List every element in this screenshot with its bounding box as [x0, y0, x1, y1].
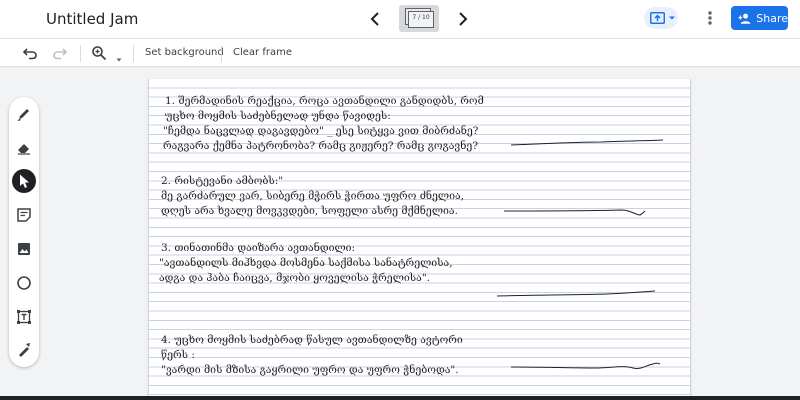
- sticky-note-icon[interactable]: [12, 203, 36, 227]
- frame-selector[interactable]: 7 / 10: [399, 5, 439, 32]
- caret-down-icon: [669, 16, 675, 20]
- chevron-right-icon[interactable]: [455, 9, 471, 29]
- share-label: Share: [756, 11, 788, 25]
- question-text: 4. უცხო მოყმის საძებრად წასულ ავთანდილზე…: [161, 334, 463, 346]
- question-text: "ჩემდა ნაცვლად დაგავდებო" _ ესე სიტყვა ვ…: [163, 125, 479, 137]
- answer-scribble: [511, 139, 664, 146]
- toolbar-divider: [221, 45, 222, 62]
- more-vert-icon[interactable]: [704, 8, 716, 28]
- frame-toolbar: Set background Clear frame: [0, 38, 800, 67]
- toolbar-divider: [80, 45, 81, 62]
- circle-icon[interactable]: [12, 271, 36, 295]
- text-box-icon[interactable]: [12, 305, 36, 329]
- image-icon[interactable]: [12, 237, 36, 261]
- question-text: წერს :: [161, 349, 195, 361]
- question-text: მე გარძარულ ვარ, სიბერე მჭირს ჭირთა უფრო…: [161, 190, 464, 202]
- question-text: დღეს არა ხვალე მოვკვდები, სოფელი ასრე მქ…: [161, 205, 458, 217]
- answer-scribble: [504, 209, 646, 216]
- eraser-icon[interactable]: [12, 136, 36, 160]
- chevron-left-icon[interactable]: [367, 9, 383, 29]
- question-text: 2. რისტევანი ამბობს:": [161, 175, 284, 187]
- question-text: ადგა და ჰაბა ჩაიცვა, მჯობი ყოველისა ჭრელ…: [159, 272, 430, 284]
- share-button[interactable]: Share: [731, 6, 788, 30]
- answer-scribble: [497, 290, 656, 297]
- pen-icon[interactable]: [12, 102, 36, 126]
- question-text: 1. შერმადინის რეაქცია, როცა ავთანდილი გა…: [165, 95, 484, 107]
- laser-icon[interactable]: [12, 338, 36, 362]
- question-text: რაგვარა ქემნა პატრონობა? რამც გიჟერე? რა…: [163, 140, 478, 152]
- question-text: "ვარდი მის მზისა გაყრილი უფრო და უფრო ჭნ…: [161, 364, 459, 376]
- question-text: 3. თინათინმა დაიზარა ავთანდილი:: [161, 242, 356, 254]
- jam-title[interactable]: Untitled Jam: [46, 10, 138, 28]
- add-person-icon: [738, 13, 751, 24]
- question-text: უცხო მოყმის საძებნელად უნდა წავიდეს:: [165, 110, 391, 122]
- zoom-caret-icon[interactable]: [115, 49, 123, 62]
- taskbar-strip: [0, 396, 800, 400]
- clear-frame-button[interactable]: Clear frame: [233, 47, 292, 58]
- undo-icon[interactable]: [22, 45, 38, 61]
- toolbar-divider: [133, 45, 134, 62]
- question-text: "ავთანდილს მიჰხვდა მოსმენა საქმისა სანატ…: [159, 257, 453, 269]
- set-background-button[interactable]: Set background: [145, 47, 224, 58]
- tool-palette: [9, 97, 39, 367]
- redo-icon[interactable]: [52, 45, 68, 61]
- top-bar: Untitled Jam 7 / 10 Share: [0, 0, 800, 38]
- jam-canvas[interactable]: 1. შერმადინის რეაქცია, როცა ავთანდილი გა…: [148, 79, 691, 400]
- answer-scribble: [511, 362, 661, 369]
- frame-counter: 7 / 10: [412, 14, 430, 21]
- send-to-meeting-button[interactable]: [644, 7, 678, 29]
- select-icon[interactable]: [12, 169, 36, 193]
- zoom-in-icon[interactable]: [91, 45, 107, 61]
- cast-to-screen-icon: [650, 12, 665, 24]
